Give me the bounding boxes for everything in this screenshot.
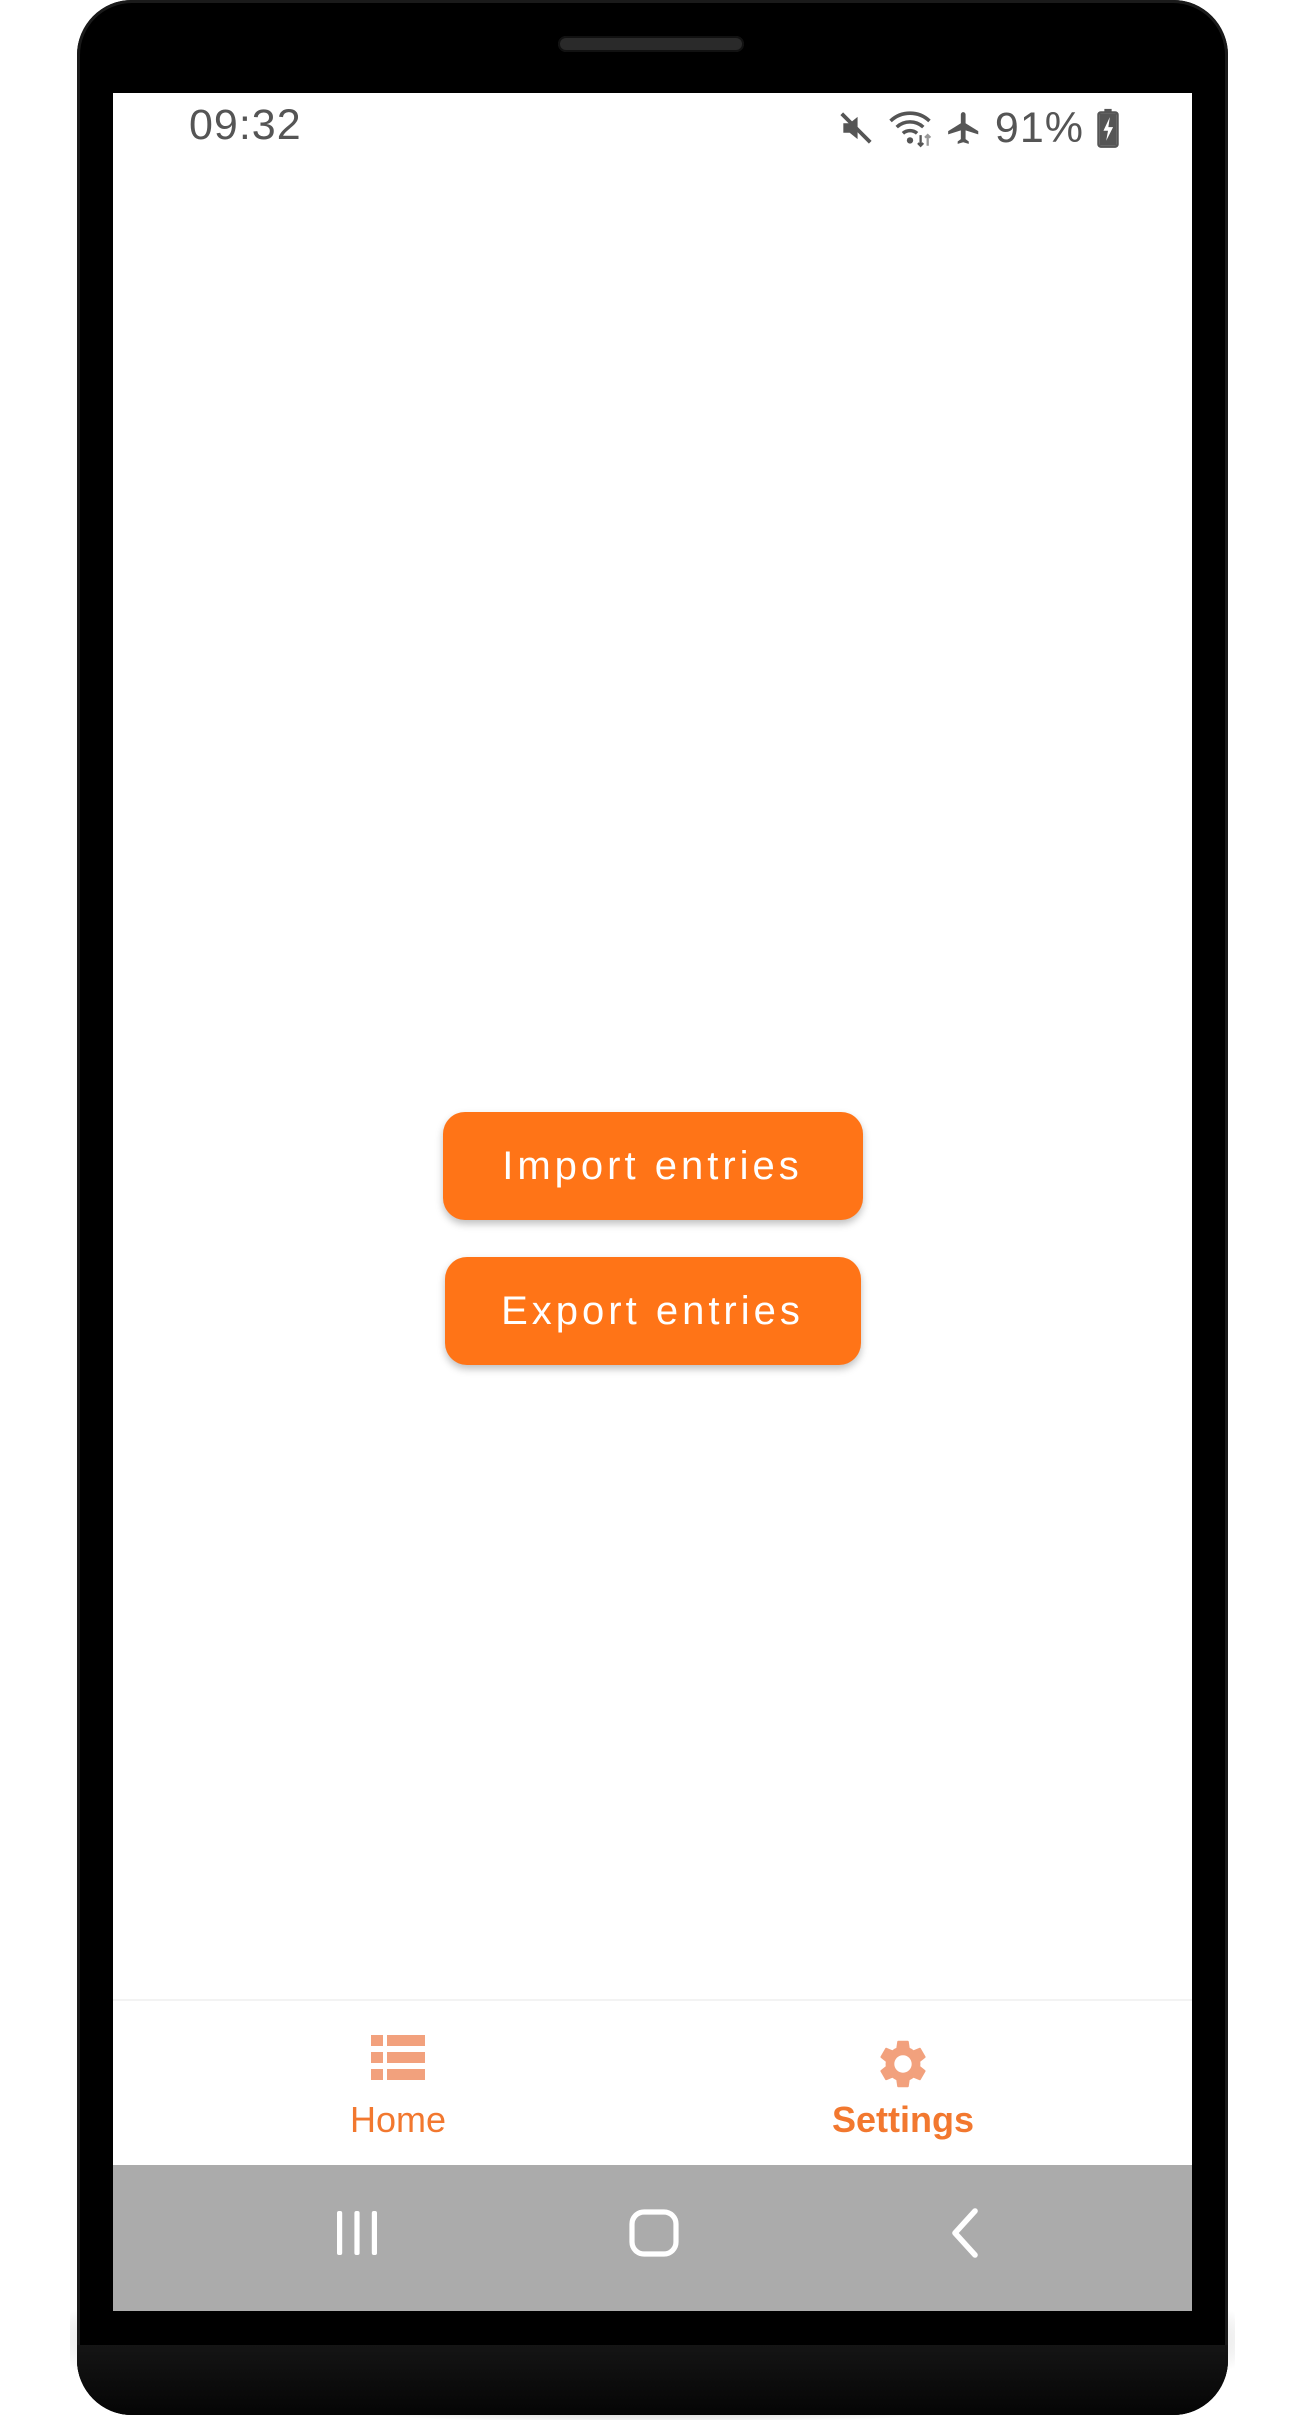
export-entries-button[interactable]: Export entries: [444, 1257, 861, 1365]
airplane-mode-icon: [945, 109, 983, 147]
back-icon[interactable]: [945, 2205, 985, 2266]
status-icons: 91%: [837, 103, 1120, 153]
nav-item-settings[interactable]: Settings: [703, 2001, 1103, 2167]
battery-percent: 91%: [994, 103, 1084, 152]
status-time: 09:32: [189, 101, 302, 149]
status-bar: 09:32 91%: [113, 93, 1192, 163]
speaker-grille: [558, 36, 744, 52]
list-icon: [371, 2035, 425, 2086]
bottom-navigation: Home Settings: [113, 1999, 1192, 2167]
nav-label-settings: Settings: [831, 2099, 974, 2140]
nav-item-home[interactable]: Home: [198, 2001, 598, 2167]
device-mockup: 09:32 91% Import entries Export entries …: [0, 0, 1305, 2430]
gear-icon: [874, 2035, 932, 2098]
mute-icon: [837, 109, 875, 147]
wifi-icon: [887, 108, 933, 148]
home-icon[interactable]: [628, 2205, 680, 2266]
app-screen: 09:32 91% Import entries Export entries …: [113, 93, 1192, 2311]
recent-apps-icon[interactable]: [333, 2205, 381, 2266]
battery-charging-icon: [1096, 108, 1120, 148]
nav-label-home: Home: [349, 2099, 447, 2140]
phone-bottom-edge: [77, 2345, 1228, 2415]
system-navigation-bar: [113, 2165, 1192, 2311]
import-entries-button[interactable]: Import entries: [442, 1112, 863, 1220]
